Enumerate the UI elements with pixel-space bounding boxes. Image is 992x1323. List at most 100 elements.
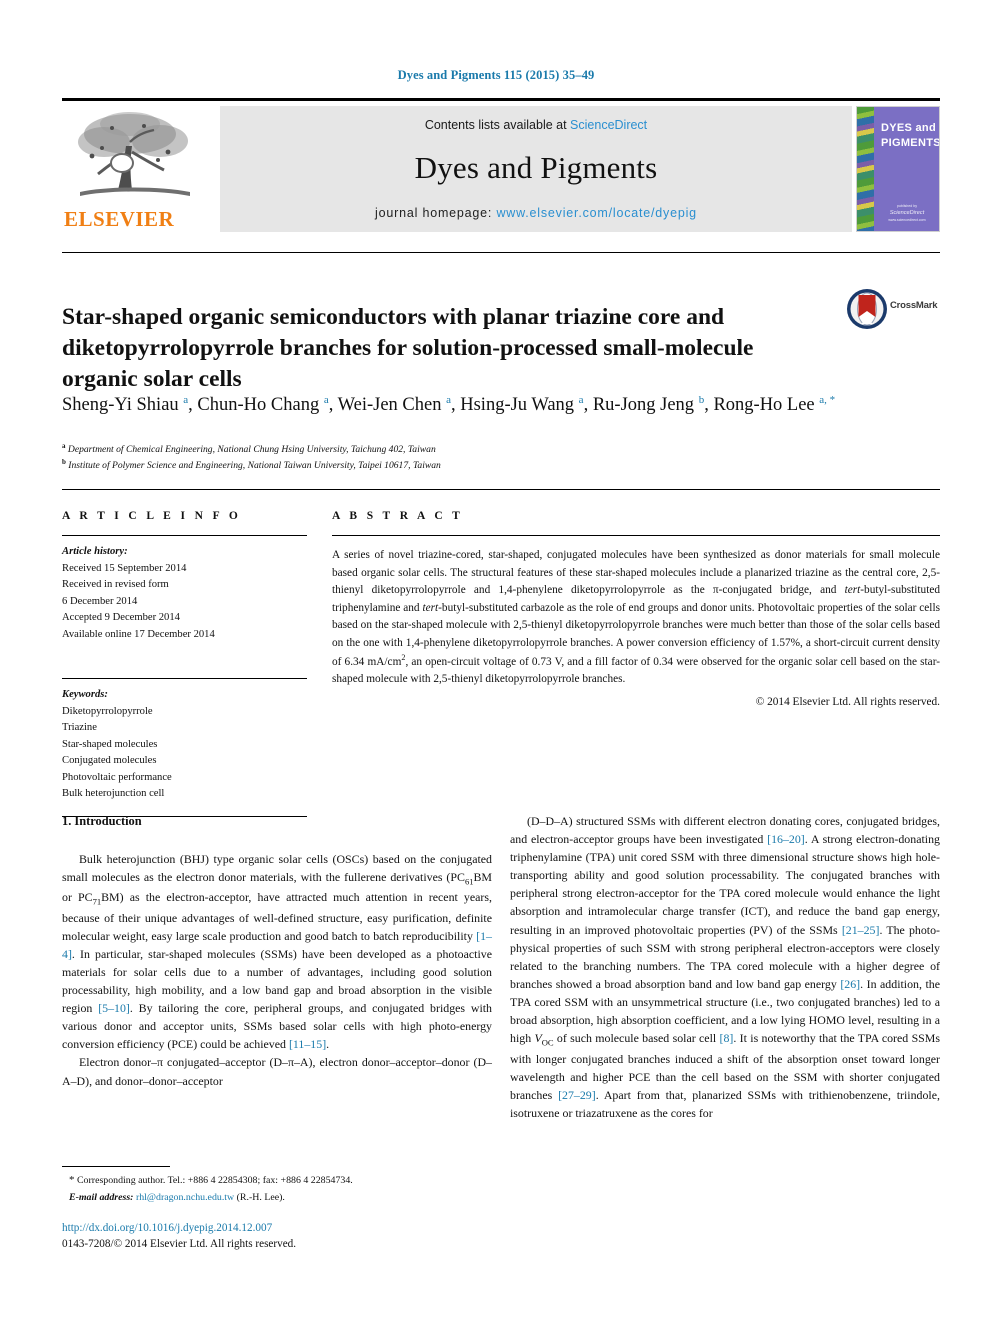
affiliation-item: a Department of Chemical Engineering, Na… <box>62 442 436 456</box>
elsevier-tree-icon <box>78 112 190 196</box>
info-divider <box>62 489 940 490</box>
cover-footer-brand: ScienceDirect <box>889 210 925 217</box>
contents-prefix: Contents lists available at <box>424 118 571 132</box>
elsevier-wordmark: ELSEVIER <box>64 207 175 231</box>
intro-p3-e: of such molecule based solar cell <box>553 1031 720 1046</box>
cover-title-text: DYES and PIGMENTS <box>881 122 940 149</box>
author-affiliation-mark: b <box>698 393 705 406</box>
email-link[interactable]: rhl@dragon.nchu.edu.tw <box>136 1192 234 1203</box>
article-history-item: 6 December 2014 <box>62 595 138 607</box>
corresponding-author-footnote: * Corresponding author. Tel.: +886 4 228… <box>62 1172 492 1205</box>
voc-subscript: OC <box>541 1037 554 1048</box>
citation-21-25[interactable]: [21–25] <box>842 923 880 937</box>
article-history-item: Accepted 9 December 2014 <box>62 612 180 624</box>
author-affiliation-mark: a <box>183 393 189 406</box>
footnote-contact-text: Corresponding author. Tel.: +886 4 22854… <box>74 1175 353 1186</box>
cover-footer-sub: www.sciencedirect.com <box>888 217 926 222</box>
elsevier-logo: ELSEVIER <box>62 106 217 232</box>
intro-paragraph-3: (D–D–A) structured SSMs with different e… <box>510 812 940 1122</box>
citation-5-10[interactable]: [5–10] <box>98 1001 130 1015</box>
doi-link[interactable]: http://dx.doi.org/10.1016/j.dyepig.2014.… <box>62 1222 272 1234</box>
keywords-rule-top <box>62 678 307 680</box>
contents-banner: Contents lists available at ScienceDirec… <box>220 106 852 232</box>
footnote-email-row: E-mail address: rhl@dragon.nchu.edu.tw (… <box>62 1190 492 1206</box>
crossmark-badge[interactable]: CrossMark <box>846 288 942 330</box>
author-name: Ru-Jong Jeng <box>592 395 699 415</box>
author-affiliation-mark: a, * <box>819 393 836 406</box>
intro-p3-b: . A strong electron-donating triphenylam… <box>510 832 940 937</box>
crossmark-label: CrossMark <box>890 300 938 311</box>
email-label: E-mail address: <box>69 1191 134 1203</box>
affiliation-item: b Institute of Polymer Science and Engin… <box>62 458 441 472</box>
citation-26[interactable]: [26] <box>840 977 860 991</box>
keyword-item: Triazine <box>62 722 97 734</box>
affiliation-list: a Department of Chemical Engineering, Na… <box>62 441 762 474</box>
intro-p1-c: BM) as the electron-acceptor, have attra… <box>62 890 492 943</box>
abstract-part-4: , an open-circuit voltage of 0.73 V, and… <box>332 655 940 686</box>
citation-27-29[interactable]: [27–29] <box>558 1088 596 1102</box>
page-title: Star-shaped organic semiconductors with … <box>62 303 754 393</box>
keyword-item: Star-shaped molecules <box>62 738 158 750</box>
article-history-item: Received 15 September 2014 <box>62 562 187 574</box>
running-head: Dyes and Pigments 115 (2015) 35–49 <box>397 68 595 82</box>
affiliation-mark: a <box>62 442 66 450</box>
article-info-column: A R T I C L E I N F O Article history: R… <box>62 510 307 817</box>
article-history-title: Article history: <box>62 546 128 557</box>
author-affiliation-mark: a <box>323 393 329 406</box>
keyword-items: Diketopyrrolopyrrole Triazine Star-shaped … <box>62 704 307 803</box>
abstract-text: A series of novel triazine-cored, star-s… <box>332 547 940 689</box>
journal-masthead: ELSEVIER Contents lists available at Sci… <box>62 98 940 232</box>
author-list: Sheng-Yi Shiau a, Chun-Ho Chang a, Wei-J… <box>62 393 836 415</box>
keyword-item: Bulk heterojunction cell <box>62 788 165 800</box>
cover-footer: published by ScienceDirect www.sciencedi… <box>881 204 933 223</box>
keywords-block: Keywords: Diketopyrrolopyrrole Triazine St… <box>62 687 307 803</box>
footnote-contact-row: * Corresponding author. Tel.: +886 4 228… <box>62 1172 492 1190</box>
homepage-prefix: journal homepage: <box>375 206 497 220</box>
intro-p1-sub-71: 71 <box>92 896 102 907</box>
article-history-item: Received in revised form <box>62 579 169 591</box>
abstract-copyright: © 2014 Elsevier Ltd. All rights reserved… <box>755 695 940 708</box>
intro-p1-f: . <box>326 1037 330 1052</box>
title-divider <box>62 252 940 253</box>
intro-right-column: (D–D–A) structured SSMs with different e… <box>510 812 940 1122</box>
sciencedirect-link[interactable]: ScienceDirect <box>570 118 647 132</box>
article-history-items: Received 15 September 2014 Received in re… <box>62 561 307 644</box>
journal-cover-thumbnail: DYES and PIGMENTS published by ScienceDi… <box>856 106 940 232</box>
keyword-item: Photovoltaic performance <box>62 771 172 783</box>
homepage-url-link[interactable]: www.elsevier.com/locate/dyepig <box>496 206 696 220</box>
intro-paragraph-2: Electron donor–π conjugated–acceptor (D–… <box>62 1055 492 1088</box>
article-page: Dyes and Pigments 115 (2015) 35–49 ELSEV… <box>0 0 992 1323</box>
author-name: Hsing-Ju Wang <box>460 395 579 415</box>
keyword-item: Diketopyrrolopyrrole <box>62 705 153 717</box>
cover-marble-strip <box>857 107 874 231</box>
abstract-rule <box>332 535 940 536</box>
section-heading-introduction: 1. Introduction <box>62 814 142 828</box>
contents-available-line: Contents lists available at ScienceDirec… <box>220 118 852 132</box>
masthead-top-rule <box>62 98 940 101</box>
intro-left-column: 1. Introduction Bulk heterojunction (BHJ… <box>62 812 492 1090</box>
author-name: Sheng-Yi Shiau <box>62 395 184 415</box>
author-affiliation-mark: a <box>446 393 451 406</box>
citation-8[interactable]: [8] <box>720 1031 734 1045</box>
footnote-divider <box>62 1166 170 1167</box>
email-suffix: (R.-H. Lee). <box>234 1191 285 1203</box>
journal-title: Dyes and Pigments <box>414 150 658 185</box>
article-history-item: Available online 17 December 2014 <box>62 628 215 640</box>
intro-p1-a: Bulk heterojunction (BHJ) type organic s… <box>62 851 492 884</box>
abstract-heading: A B S T R A C T <box>332 510 464 522</box>
abstract-column: A B S T R A C T A series of novel triazi… <box>332 510 940 708</box>
author-name: Wei-Jen Chen <box>337 395 447 415</box>
keywords-title: Keywords: <box>62 689 108 701</box>
author-affiliation-mark: a <box>578 393 584 406</box>
journal-homepage-line: journal homepage: www.elsevier.com/locat… <box>220 206 852 220</box>
abstract-tert-1: tert <box>844 584 861 596</box>
intro-paragraph-1: Bulk heterojunction (BHJ) type organic s… <box>62 850 492 1054</box>
article-history-block: Article history: Received 15 September 2… <box>62 544 307 643</box>
voc-symbol: V <box>534 1031 542 1046</box>
keyword-item: Conjugated molecules <box>62 755 157 767</box>
author-name: Rong-Ho Lee <box>713 395 820 415</box>
citation-11-15[interactable]: [11–15] <box>289 1037 326 1051</box>
citation-16-20[interactable]: [16–20] <box>767 832 805 846</box>
author-name: Chun-Ho Chang <box>197 395 324 415</box>
